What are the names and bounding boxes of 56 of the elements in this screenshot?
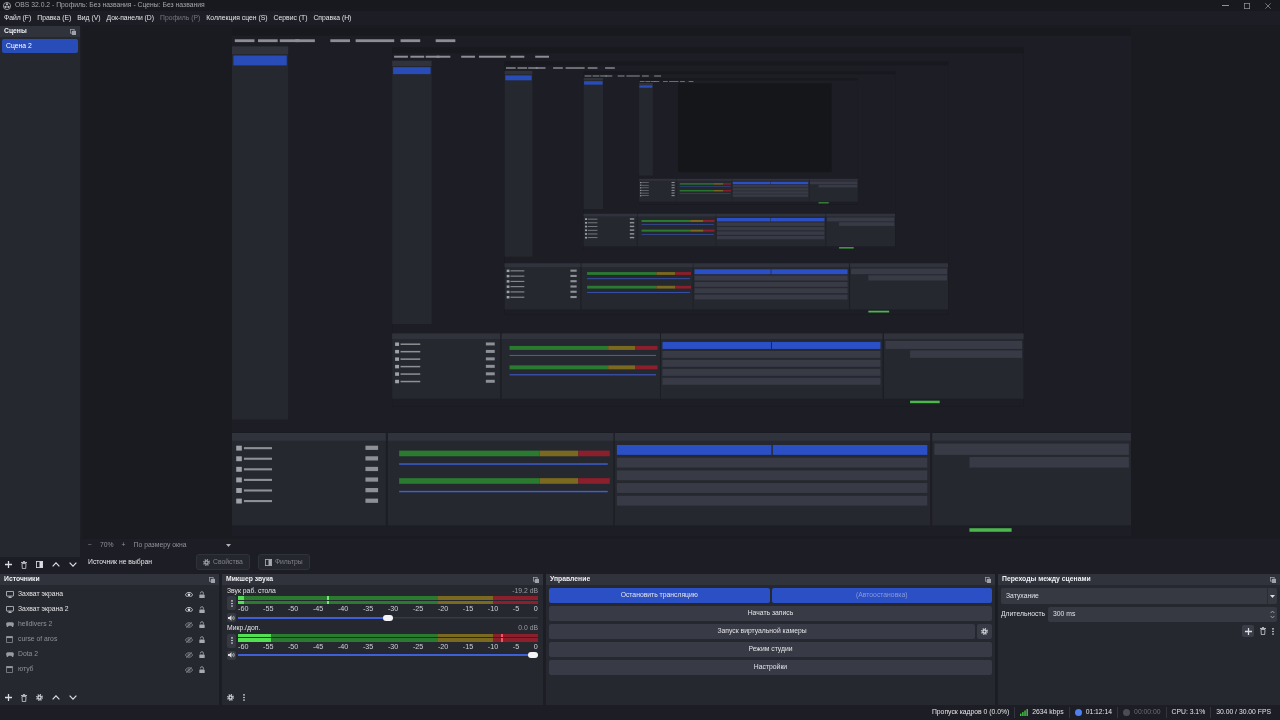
kebab-icon xyxy=(230,637,233,644)
window-icon xyxy=(6,636,13,643)
caret-icon xyxy=(1270,594,1275,598)
crossed-eye-icon[interactable] xyxy=(185,651,193,658)
float-icon[interactable] xyxy=(1270,576,1276,583)
slider-thumb[interactable] xyxy=(383,614,393,621)
monitor-icon xyxy=(5,606,14,613)
trash-icon[interactable] xyxy=(21,693,27,702)
slider-thumb[interactable] xyxy=(528,652,538,659)
trash-icon[interactable] xyxy=(21,560,27,569)
window-icon xyxy=(6,666,13,673)
padlock-icon[interactable] xyxy=(199,650,205,659)
gear-icon xyxy=(981,628,988,635)
gear-icon xyxy=(203,558,211,566)
gamepad-icon xyxy=(5,652,14,657)
kebab-icon xyxy=(230,599,233,607)
trash-icon[interactable] xyxy=(1260,627,1266,635)
chevron-down-icon[interactable] xyxy=(69,695,77,700)
float-icon[interactable] xyxy=(533,576,539,583)
channel-menu-button[interactable] xyxy=(227,633,236,648)
volume-slider[interactable] xyxy=(238,652,538,659)
float-icon[interactable] xyxy=(70,28,76,35)
settings-button[interactable] xyxy=(977,624,992,639)
half-filled-square-icon[interactable] xyxy=(36,561,43,568)
plus-icon[interactable] xyxy=(5,561,12,568)
padlock-icon[interactable] xyxy=(199,665,205,674)
chevron-up-icon[interactable] xyxy=(52,562,60,567)
channel-menu-button[interactable] xyxy=(227,596,236,611)
signal-bars-icon xyxy=(1020,709,1029,716)
crossed-eye-icon[interactable] xyxy=(185,621,193,628)
add-transition-button[interactable] xyxy=(1242,625,1254,637)
half-filled-square-icon xyxy=(264,558,272,566)
float-icon[interactable] xyxy=(209,576,215,583)
eye-icon[interactable] xyxy=(185,591,193,598)
gear-icon[interactable] xyxy=(227,694,234,701)
crossed-eye-icon[interactable] xyxy=(185,666,193,673)
gamepad-icon xyxy=(5,622,14,627)
chevron-up-icon[interactable] xyxy=(52,695,60,700)
crossed-eye-icon[interactable] xyxy=(185,636,193,643)
gear-icon[interactable] xyxy=(36,694,43,701)
float-icon[interactable] xyxy=(985,576,991,583)
eye-icon[interactable] xyxy=(185,606,193,613)
padlock-icon[interactable] xyxy=(199,635,205,644)
chevron-down-icon[interactable] xyxy=(69,562,77,567)
close-icon[interactable] xyxy=(1265,2,1271,9)
caret-icon xyxy=(226,544,232,547)
plus-icon xyxy=(1244,627,1252,635)
volume-slider[interactable] xyxy=(238,614,538,621)
app-logo-icon xyxy=(3,1,11,10)
padlock-icon[interactable] xyxy=(199,590,205,599)
padlock-icon[interactable] xyxy=(199,620,205,629)
spin-arrows-icon[interactable] xyxy=(1270,610,1275,619)
padlock-icon[interactable] xyxy=(199,605,205,614)
maximize-icon[interactable] xyxy=(1244,2,1250,9)
plus-icon[interactable] xyxy=(5,694,12,701)
monitor-icon xyxy=(5,591,14,598)
